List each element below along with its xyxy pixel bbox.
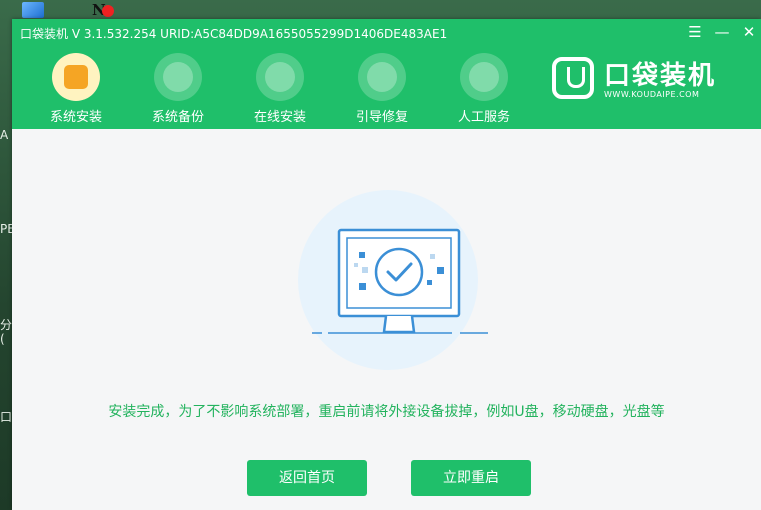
desktop-app-icon[interactable]: N bbox=[92, 1, 114, 19]
nav-item-label: 人工服务 bbox=[457, 110, 510, 125]
brand-name: 口袋装机 bbox=[604, 61, 717, 91]
install-complete-message: 安装完成，为了不影响系统部署，重启前请将外接设备拔掉，例如U盘，移动硬盘，光盘等 bbox=[108, 404, 665, 420]
toolbox-icon bbox=[358, 53, 406, 101]
installer-window: 口袋装机 V 3.1.532.254 URID:A5C84DD9A1655055… bbox=[12, 19, 761, 510]
monitor-check-icon bbox=[312, 228, 488, 334]
desktop-label-fragment: ( bbox=[0, 332, 5, 346]
window-title: 口袋装机 V 3.1.532.254 URID:A5C84DD9A1655055… bbox=[20, 27, 448, 41]
nav-item-label: 引导修复 bbox=[355, 110, 408, 125]
nav-item-system-backup[interactable]: 系统备份 bbox=[138, 53, 218, 125]
nav-item-label: 系统备份 bbox=[151, 110, 204, 125]
backup-icon bbox=[154, 53, 202, 101]
close-button[interactable]: ✕ bbox=[740, 23, 758, 41]
nav-item-system-install[interactable]: 系统安装 bbox=[36, 53, 116, 125]
minimize-button[interactable]: — bbox=[713, 23, 731, 41]
desktop-shortcut-icon[interactable] bbox=[22, 2, 44, 18]
desktop-label-fragment: A bbox=[0, 128, 9, 142]
desktop-label-fragment: 口 bbox=[0, 410, 13, 424]
nav-item-boot-repair[interactable]: 引导修复 bbox=[342, 53, 422, 125]
download-icon bbox=[256, 53, 304, 101]
menu-button[interactable]: ☰ bbox=[686, 23, 704, 41]
brand-logo-icon bbox=[552, 57, 594, 99]
nav-item-label: 系统安装 bbox=[49, 110, 102, 125]
nav-item-online-install[interactable]: 在线安装 bbox=[240, 53, 320, 125]
nav-item-label: 在线安装 bbox=[253, 110, 306, 125]
chat-icon bbox=[460, 53, 508, 101]
header-bar: 口袋装机 V 3.1.532.254 URID:A5C84DD9A1655055… bbox=[12, 19, 761, 129]
nav-item-manual-service[interactable]: 人工服务 bbox=[444, 53, 524, 125]
windows-install-icon bbox=[52, 53, 100, 101]
desktop-label-fragment: 分 bbox=[0, 318, 13, 332]
return-home-button[interactable]: 返回首页 bbox=[247, 460, 367, 496]
brand-url: WWW.KOUDAIPE.COM bbox=[604, 90, 700, 99]
restart-now-button[interactable]: 立即重启 bbox=[411, 460, 531, 496]
